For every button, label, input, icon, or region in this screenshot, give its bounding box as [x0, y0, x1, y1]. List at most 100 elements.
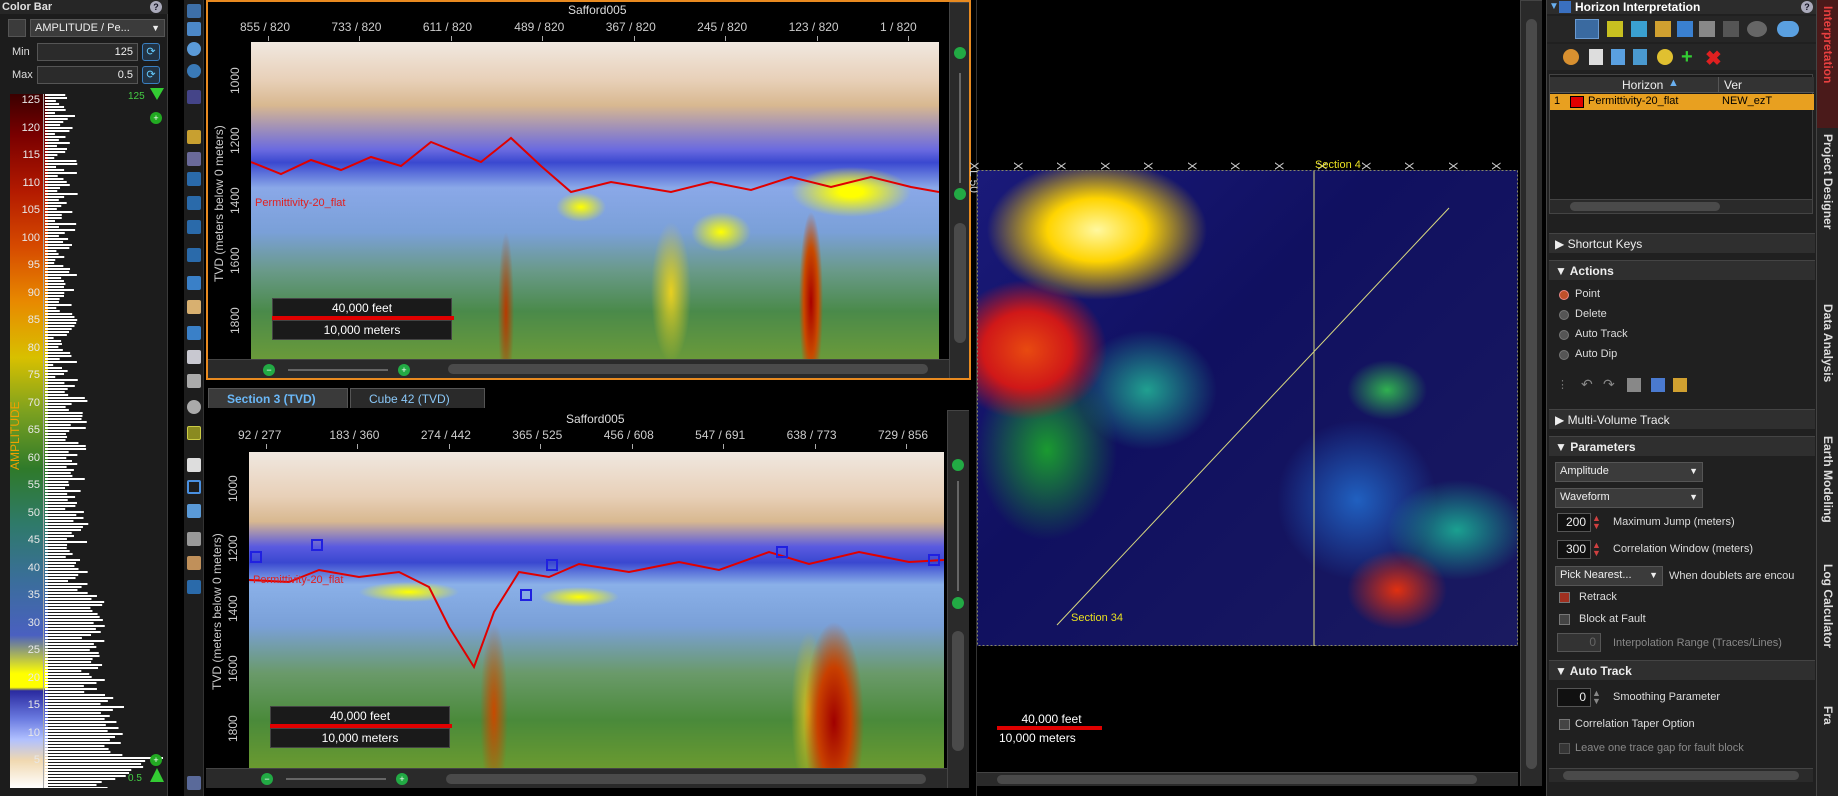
- bottom-section-panel[interactable]: Safford005 92 / 277 183 / 360 274 / 442 365…: [206, 410, 971, 796]
- copy-icon[interactable]: [1651, 378, 1665, 392]
- refresh-min-icon[interactable]: ⟳: [142, 43, 160, 61]
- palette-tool-icon[interactable]: [187, 130, 201, 144]
- undo-icon[interactable]: ↶: [1581, 376, 1593, 393]
- cloud-icon[interactable]: [1777, 21, 1799, 37]
- action-radio[interactable]: [1559, 310, 1569, 320]
- action-radio[interactable]: [1559, 330, 1569, 340]
- grid-icon[interactable]: [1655, 21, 1671, 37]
- rotate-icon[interactable]: [187, 64, 201, 78]
- section-actions[interactable]: ▼ Actions: [1549, 260, 1815, 280]
- arrow-icon[interactable]: [187, 196, 201, 210]
- side-tab-3[interactable]: Earth Modeling: [1816, 430, 1838, 558]
- col-horizon[interactable]: Horizon: [1622, 78, 1663, 92]
- light-icon[interactable]: [187, 400, 201, 414]
- table-row[interactable]: 1 Permittivity-20_flat NEW_ezT: [1550, 94, 1814, 110]
- seismic-icon[interactable]: [187, 350, 201, 364]
- surface-icon[interactable]: [1699, 21, 1715, 37]
- color-icon[interactable]: [1657, 49, 1673, 65]
- help-icon[interactable]: ?: [150, 1, 162, 13]
- col-divider[interactable]: [1718, 77, 1719, 93]
- settings-icon[interactable]: [187, 776, 201, 790]
- side-tab-4[interactable]: Log Calculator: [1816, 558, 1838, 700]
- gap-checkbox[interactable]: [1559, 743, 1570, 754]
- corr-window-stepper[interactable]: ▲ ▼: [1592, 541, 1601, 558]
- map-view-panel[interactable]: XL 50XL 150XL 250XL 350XL 450XL 550XL 65…: [967, 0, 1520, 796]
- flag-icon[interactable]: [187, 326, 201, 340]
- zoom-out-icon[interactable]: +: [150, 754, 162, 766]
- zoom-out-icon[interactable]: −: [261, 773, 273, 785]
- add-icon[interactable]: +: [1681, 46, 1693, 69]
- page-icon[interactable]: [187, 458, 201, 472]
- zoom-in-icon[interactable]: +: [396, 773, 408, 785]
- side-tab-5[interactable]: Fra: [1816, 700, 1838, 796]
- hi-scroll-thumb[interactable]: [1563, 771, 1799, 780]
- horizon-color-swatch[interactable]: [1570, 96, 1584, 108]
- palette-icon[interactable]: [8, 19, 26, 37]
- col-ver[interactable]: Ver: [1724, 78, 1742, 92]
- help-icon[interactable]: ?: [1801, 1, 1813, 13]
- redo-icon[interactable]: ↷: [1603, 376, 1615, 393]
- taper-checkbox[interactable]: [1559, 719, 1570, 730]
- select-tool-icon[interactable]: [187, 4, 201, 18]
- ruler-icon[interactable]: [187, 90, 201, 104]
- bucket-icon[interactable]: [1747, 21, 1767, 37]
- section-auto-track[interactable]: ▼ Auto Track: [1549, 660, 1815, 680]
- map-v-scrollbar[interactable]: [1520, 0, 1542, 786]
- zoom-out-icon[interactable]: [954, 188, 966, 200]
- v-scroll-thumb[interactable]: [954, 223, 966, 343]
- sort-asc-icon[interactable]: ▲: [1668, 77, 1679, 89]
- smoothing-field[interactable]: 0: [1557, 688, 1591, 707]
- v-zoom-slider[interactable]: [957, 481, 959, 591]
- pick-icon[interactable]: [187, 172, 201, 186]
- v-scroll-thumb[interactable]: [952, 631, 964, 751]
- zoom-in-icon[interactable]: [952, 459, 964, 471]
- action-radio[interactable]: [1559, 350, 1569, 360]
- section-parameters[interactable]: ▼ Parameters: [1549, 436, 1815, 456]
- waveform-dropdown[interactable]: Waveform ▼: [1555, 488, 1703, 508]
- zoom-slider[interactable]: [288, 369, 388, 371]
- measure-icon[interactable]: [187, 248, 201, 262]
- eraser-icon[interactable]: [187, 580, 201, 594]
- min-value-field[interactable]: 125: [37, 43, 138, 61]
- map-scroll-thumb[interactable]: [997, 775, 1477, 784]
- horizon-mode-icon[interactable]: [1575, 19, 1599, 39]
- pick-nearest-dropdown[interactable]: Pick Nearest... ▼: [1555, 566, 1663, 586]
- zoom-out-icon[interactable]: [952, 597, 964, 609]
- corr-window-field[interactable]: 300: [1557, 540, 1591, 559]
- map-h-scrollbar[interactable]: [977, 772, 1518, 786]
- delete-icon[interactable]: ✖: [1705, 46, 1722, 71]
- grid-icon[interactable]: [187, 152, 201, 166]
- table-scroll-thumb[interactable]: [1570, 202, 1720, 211]
- bottom-v-scrollbar[interactable]: [947, 410, 969, 788]
- tab-cube42[interactable]: Cube 42 (TVD): [350, 388, 485, 408]
- table-icon[interactable]: [1589, 49, 1603, 65]
- side-tab-2[interactable]: Data Analysis: [1816, 298, 1838, 430]
- bottom-handle-icon[interactable]: [150, 768, 164, 782]
- well-icon[interactable]: [1631, 21, 1647, 37]
- save-icon[interactable]: [1611, 49, 1625, 65]
- stack-icon[interactable]: [1723, 21, 1739, 37]
- zoom-box-icon[interactable]: [187, 22, 201, 36]
- section-multi-volume[interactable]: ▶ Multi-Volume Track: [1549, 409, 1815, 429]
- v-zoom-slider[interactable]: [959, 73, 961, 183]
- palette-icon[interactable]: [1563, 49, 1579, 65]
- amplitude-dropdown[interactable]: Amplitude ▼: [1555, 462, 1703, 482]
- zoom-slider[interactable]: [286, 778, 386, 780]
- hi-h-scrollbar[interactable]: [1549, 768, 1813, 782]
- layer-icon[interactable]: [1677, 21, 1693, 37]
- section-shortcut-keys[interactable]: ▶ Shortcut Keys: [1549, 233, 1815, 253]
- interp-range-field[interactable]: 0: [1557, 633, 1601, 652]
- tab-section3[interactable]: Section 3 (TVD): [208, 388, 348, 408]
- collapse-icon[interactable]: ▼: [1549, 1, 1559, 12]
- map-v-scroll-thumb[interactable]: [1526, 19, 1537, 769]
- export-icon[interactable]: [1633, 49, 1647, 65]
- line-icon[interactable]: [187, 220, 201, 234]
- max-jump-field[interactable]: 200: [1557, 513, 1591, 532]
- side-tab-1[interactable]: Project Designer: [1816, 128, 1838, 298]
- bottom-h-scrollbar[interactable]: − +: [206, 768, 947, 788]
- grid-pick-icon[interactable]: [1673, 378, 1687, 392]
- block-fault-checkbox[interactable]: [1559, 614, 1570, 625]
- retrack-checkbox[interactable]: [1559, 592, 1570, 603]
- zoom-out-icon[interactable]: −: [263, 364, 275, 376]
- drill-icon[interactable]: [187, 374, 201, 388]
